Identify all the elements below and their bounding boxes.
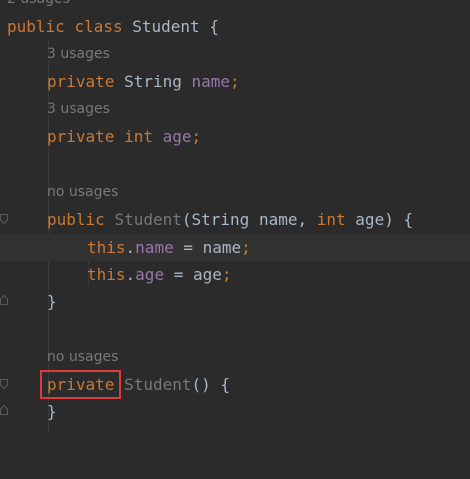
usage-hint-constructor-1[interactable]: no usages: [0, 179, 470, 206]
usage-hint-class[interactable]: 2 usages: [0, 0, 470, 13]
semicolon: ;: [230, 72, 240, 91]
code-line-constructor-2-close[interactable]: }: [0, 398, 470, 425]
field-age: age: [135, 265, 165, 284]
field-name: name: [135, 238, 174, 257]
keyword-private: private: [47, 72, 115, 91]
keyword-class: class: [74, 17, 123, 36]
constructor-name: Student: [114, 210, 182, 229]
dot: .: [125, 265, 136, 284]
type-int: int: [316, 210, 346, 229]
brace-open: {: [209, 17, 219, 36]
semicolon: ;: [241, 238, 251, 257]
assign-age-value: = age: [164, 265, 222, 284]
code-line-assign-age[interactable]: this.age = age;: [0, 261, 470, 288]
keyword-this: this: [87, 265, 126, 284]
code-line-class-declaration[interactable]: public class Student {: [0, 13, 470, 40]
usage-hint-age[interactable]: 3 usages: [0, 96, 470, 123]
code-line-constructor-1-close[interactable]: }: [0, 288, 470, 315]
type-int: int: [124, 127, 153, 146]
usage-hint-constructor-2[interactable]: no usages: [0, 344, 470, 371]
semicolon: ;: [221, 265, 232, 284]
field-age: age: [162, 127, 192, 146]
code-editor[interactable]: 2 usages public class Student { 3 usages…: [0, 0, 470, 444]
keyword-private-highlighted: private: [39, 370, 122, 399]
code-line-constructor-1[interactable]: public Student(String name, int age) {: [0, 206, 470, 233]
brace-close: }: [47, 402, 57, 421]
constructor-name: Student: [124, 375, 192, 394]
keyword-private: private: [47, 127, 115, 146]
constructor-params: () {: [191, 375, 231, 394]
assign-name-value: = name: [173, 238, 242, 257]
class-name: Student: [132, 17, 200, 36]
dot: .: [125, 238, 136, 257]
brace-close: }: [47, 292, 57, 311]
keyword-this: this: [87, 238, 126, 257]
fold-marker-icon[interactable]: [0, 379, 8, 389]
keyword-public: public: [47, 210, 105, 229]
code-line-constructor-2[interactable]: private Student() {: [0, 370, 470, 399]
fold-marker-icon[interactable]: [0, 405, 8, 415]
code-line-assign-name[interactable]: this.name = name;: [0, 234, 470, 261]
constructor-params-close: age) {: [355, 210, 414, 229]
semicolon: ;: [191, 127, 202, 146]
fold-marker-icon[interactable]: [0, 295, 8, 305]
usage-hint-name[interactable]: 3 usages: [0, 41, 470, 68]
constructor-params-open: (String name,: [181, 210, 308, 229]
code-line-field-age[interactable]: private int age;: [0, 123, 470, 150]
keyword-public: public: [7, 17, 65, 36]
code-line-field-name[interactable]: private String name;: [0, 68, 470, 95]
type-string: String: [124, 72, 182, 91]
fold-marker-icon[interactable]: [0, 214, 8, 224]
field-name: name: [191, 72, 231, 91]
